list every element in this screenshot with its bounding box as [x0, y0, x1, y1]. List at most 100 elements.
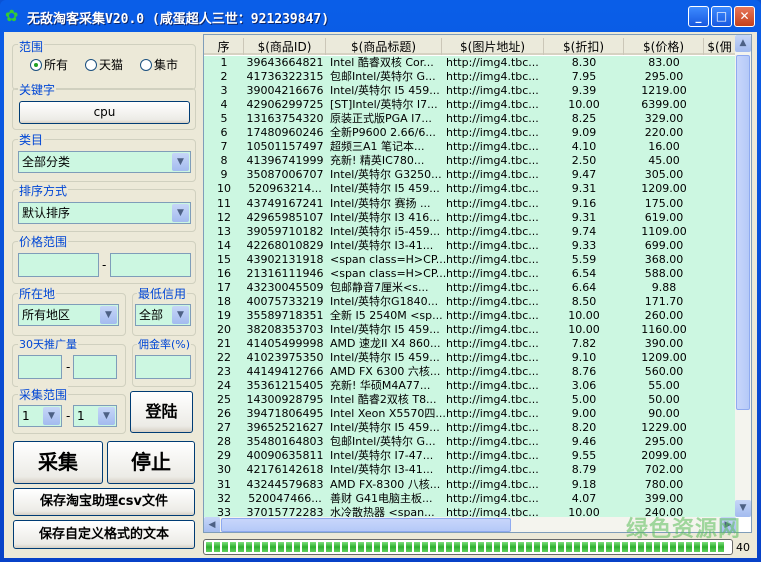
table-cell: http://img4.tbc... [446, 351, 539, 365]
horizontal-scroll-thumb[interactable] [221, 518, 511, 532]
progress-segment [446, 542, 452, 552]
table-row[interactable]: 14 42268010829 Intel/英特尔 I3-41... http://im… [204, 239, 736, 253]
progress-segment [678, 542, 684, 552]
column-header[interactable]: 序 [204, 38, 244, 55]
scroll-up-icon[interactable]: ▲ [735, 35, 751, 52]
table-row[interactable]: 12 42965985107 Intel/英特尔 I3 416... http://i… [204, 211, 736, 225]
table-row[interactable]: 3 39004216676 Intel/英特尔 I5 459... http://im… [204, 84, 736, 98]
table-cell: 295.00 [644, 435, 684, 449]
table-row[interactable]: 7 10501157497 超频三A1 笔记本... http://img4.tbc.… [204, 140, 736, 154]
chevron-down-icon[interactable]: ▼ [43, 407, 60, 425]
progress-segment [310, 542, 316, 552]
chevron-down-icon[interactable]: ▼ [98, 407, 115, 425]
table-row[interactable]: 9 35087006707 Intel/英特尔 G3250... http://img… [204, 168, 736, 182]
sort-select[interactable]: 默认排序 ▼ [18, 202, 191, 224]
table-cell: 42906299725 [246, 98, 324, 112]
price-min-input[interactable] [18, 253, 99, 277]
table-cell: 588.00 [644, 266, 684, 280]
table-row[interactable]: 26 39471806495 Intel Xeon X5570四... http://… [204, 407, 736, 421]
table-row[interactable]: 19 35589718351 全新 I5 2540M <sp... http://im… [204, 309, 736, 323]
table-row[interactable]: 24 35361215405 充新! 华硕M4A77... http://img4.t… [204, 379, 736, 393]
scope-radio-tmall[interactable]: 天猫 [85, 56, 123, 73]
chevron-down-icon[interactable]: ▼ [100, 306, 117, 324]
table-row[interactable]: 30 42176142618 Intel/英特尔 I3-41... http://im… [204, 463, 736, 477]
close-button[interactable]: ✕ [734, 6, 755, 27]
table-row[interactable]: 1 39643664821 Intel 酷睿双核 Cor... http://img4… [204, 56, 736, 70]
collect-button[interactable]: 采集 [13, 441, 103, 484]
range-from-select[interactable]: 1 ▼ [18, 405, 62, 427]
chevron-down-icon[interactable]: ▼ [172, 306, 189, 324]
save-csv-button[interactable]: 保存淘宝助理csv文件 [13, 488, 195, 516]
vertical-scrollbar[interactable]: ▲ ▼ [735, 35, 751, 517]
vertical-scroll-thumb[interactable] [736, 55, 750, 410]
table-cell: Intel/英特尔 I3 416... [330, 210, 440, 224]
table-cell: 8.20 [571, 421, 597, 435]
keyword-input[interactable]: cpu [19, 101, 190, 124]
table-row[interactable]: 8 41396741999 充新! 精英IC780... http://img4.tb… [204, 154, 736, 168]
column-header[interactable]: $(商品标题) [326, 38, 442, 55]
chevron-down-icon[interactable]: ▼ [172, 153, 189, 171]
table-row[interactable]: 18 40075733219 Intel/英特尔G1840... http://img… [204, 295, 736, 309]
table-row[interactable]: 15 43902131918 <span class=H>CP... http://i… [204, 253, 736, 267]
progress-segment [350, 542, 356, 552]
credit-select[interactable]: 全部 ▼ [135, 304, 191, 326]
table-row[interactable]: 22 41023975350 Intel/英特尔 I5 459... http://i… [204, 351, 736, 365]
save-custom-text-button[interactable]: 保存自定义格式的文本 [13, 520, 195, 549]
column-header[interactable]: $(价格) [624, 38, 704, 55]
keyword-label: 关键字 [18, 81, 57, 98]
progress-segment [462, 542, 468, 552]
table-row[interactable]: 31 43244579683 AMD FX-8300 八核... http://img… [204, 478, 736, 492]
progress-segment [606, 542, 612, 552]
table-row[interactable]: 28 35480164803 包邮Intel/英特尔 G... http://img4… [204, 435, 736, 449]
table-row[interactable]: 32 520047466... 善财 G41电脑主板... http://img4.t… [204, 492, 736, 506]
table-row[interactable]: 4 42906299725 [ST]Intel/英特尔 I7... http://im… [204, 98, 736, 112]
table-row[interactable]: 29 40090635811 Intel/英特尔 I7-47... http://im… [204, 449, 736, 463]
column-header[interactable]: $(佣 [704, 38, 736, 55]
table-cell: http://img4.tbc... [446, 98, 539, 112]
range-to-select[interactable]: 1 ▼ [73, 405, 117, 427]
scroll-left-icon[interactable]: ◀ [204, 517, 220, 532]
table-cell: 1209.00 [641, 182, 687, 196]
table-cell: http://img4.tbc... [446, 196, 539, 210]
column-header[interactable]: $(折扣) [544, 38, 624, 55]
title-bar[interactable]: ✿ 无敌淘客采集V20.0 (咸蛋超人三世：921239847) _ □ ✕ [0, 0, 761, 32]
minimize-button[interactable]: _ [688, 6, 709, 27]
table-row[interactable]: 13 39059710182 Intel/英特尔 i5-459... http://i… [204, 225, 736, 239]
table-row[interactable]: 11 43749167241 Intel/英特尔 赛扬 ... http://img4… [204, 197, 736, 211]
range-to-value: 1 [77, 409, 85, 423]
table-row[interactable]: 2 41736322315 包邮Intel/英特尔 G... http://img4.… [204, 70, 736, 84]
progress-segment [366, 542, 372, 552]
table-row[interactable]: 6 17480960246 全新P9600 2.66/6... http://img4… [204, 126, 736, 140]
table-row[interactable]: 27 39652521627 Intel/英特尔 I5 459... http://i… [204, 421, 736, 435]
location-select[interactable]: 所有地区 ▼ [18, 304, 119, 326]
commission-input[interactable] [135, 355, 191, 379]
maximize-button[interactable]: □ [711, 6, 732, 27]
price-max-input[interactable] [110, 253, 191, 277]
column-header[interactable]: $(商品ID) [244, 38, 326, 55]
login-button[interactable]: 登陆 [130, 391, 193, 433]
table-cell: http://img4.tbc... [446, 393, 539, 407]
promo-label: 30天推广量 [18, 336, 78, 352]
promo-max-input[interactable] [73, 355, 117, 379]
table-row[interactable]: 5 13163754320 原装正式版PGA I7... http://img4.tb… [204, 112, 736, 126]
table-row[interactable]: 25 14300928795 Intel 酷睿2双核 T8... http://img… [204, 393, 736, 407]
chevron-down-icon[interactable]: ▼ [172, 204, 189, 222]
promo-min-input[interactable] [18, 355, 62, 379]
table-row[interactable]: 20 38208353703 Intel/英特尔 I5 459... http://i… [204, 323, 736, 337]
results-table: 序 $(商品ID) $(商品标题) $(图片地址) $(折扣) $(价格) $(佣 1 396… [203, 34, 752, 533]
stop-button[interactable]: 停止 [107, 441, 195, 484]
table-cell: 14300928795 [246, 393, 324, 407]
category-select[interactable]: 全部分类 ▼ [18, 151, 191, 173]
table-row[interactable]: 23 44149412766 AMD FX 6300 六核... http://img… [204, 365, 736, 379]
table-cell: 10.00 [568, 308, 600, 322]
scope-radio-all[interactable]: 所有 [30, 56, 68, 73]
table-row[interactable]: 21 41405499998 AMD 速龙II X4 860... http://im… [204, 337, 736, 351]
scope-radio-market[interactable]: 集市 [140, 56, 178, 73]
table-row[interactable]: 16 21316111946 <span class=H>CP... http://i… [204, 267, 736, 281]
column-header[interactable]: $(图片地址) [442, 38, 544, 55]
table-row[interactable]: 10 520963214... Intel/英特尔 I5 459... http://… [204, 182, 736, 196]
table-cell: 1219.00 [641, 84, 687, 98]
table-row[interactable]: 17 43230045509 包邮静音7厘米<s... http://img4.tbc… [204, 281, 736, 295]
table-cell: Intel 酷睿2双核 T8... [330, 393, 437, 407]
table-cell: 10501157497 [246, 140, 324, 154]
